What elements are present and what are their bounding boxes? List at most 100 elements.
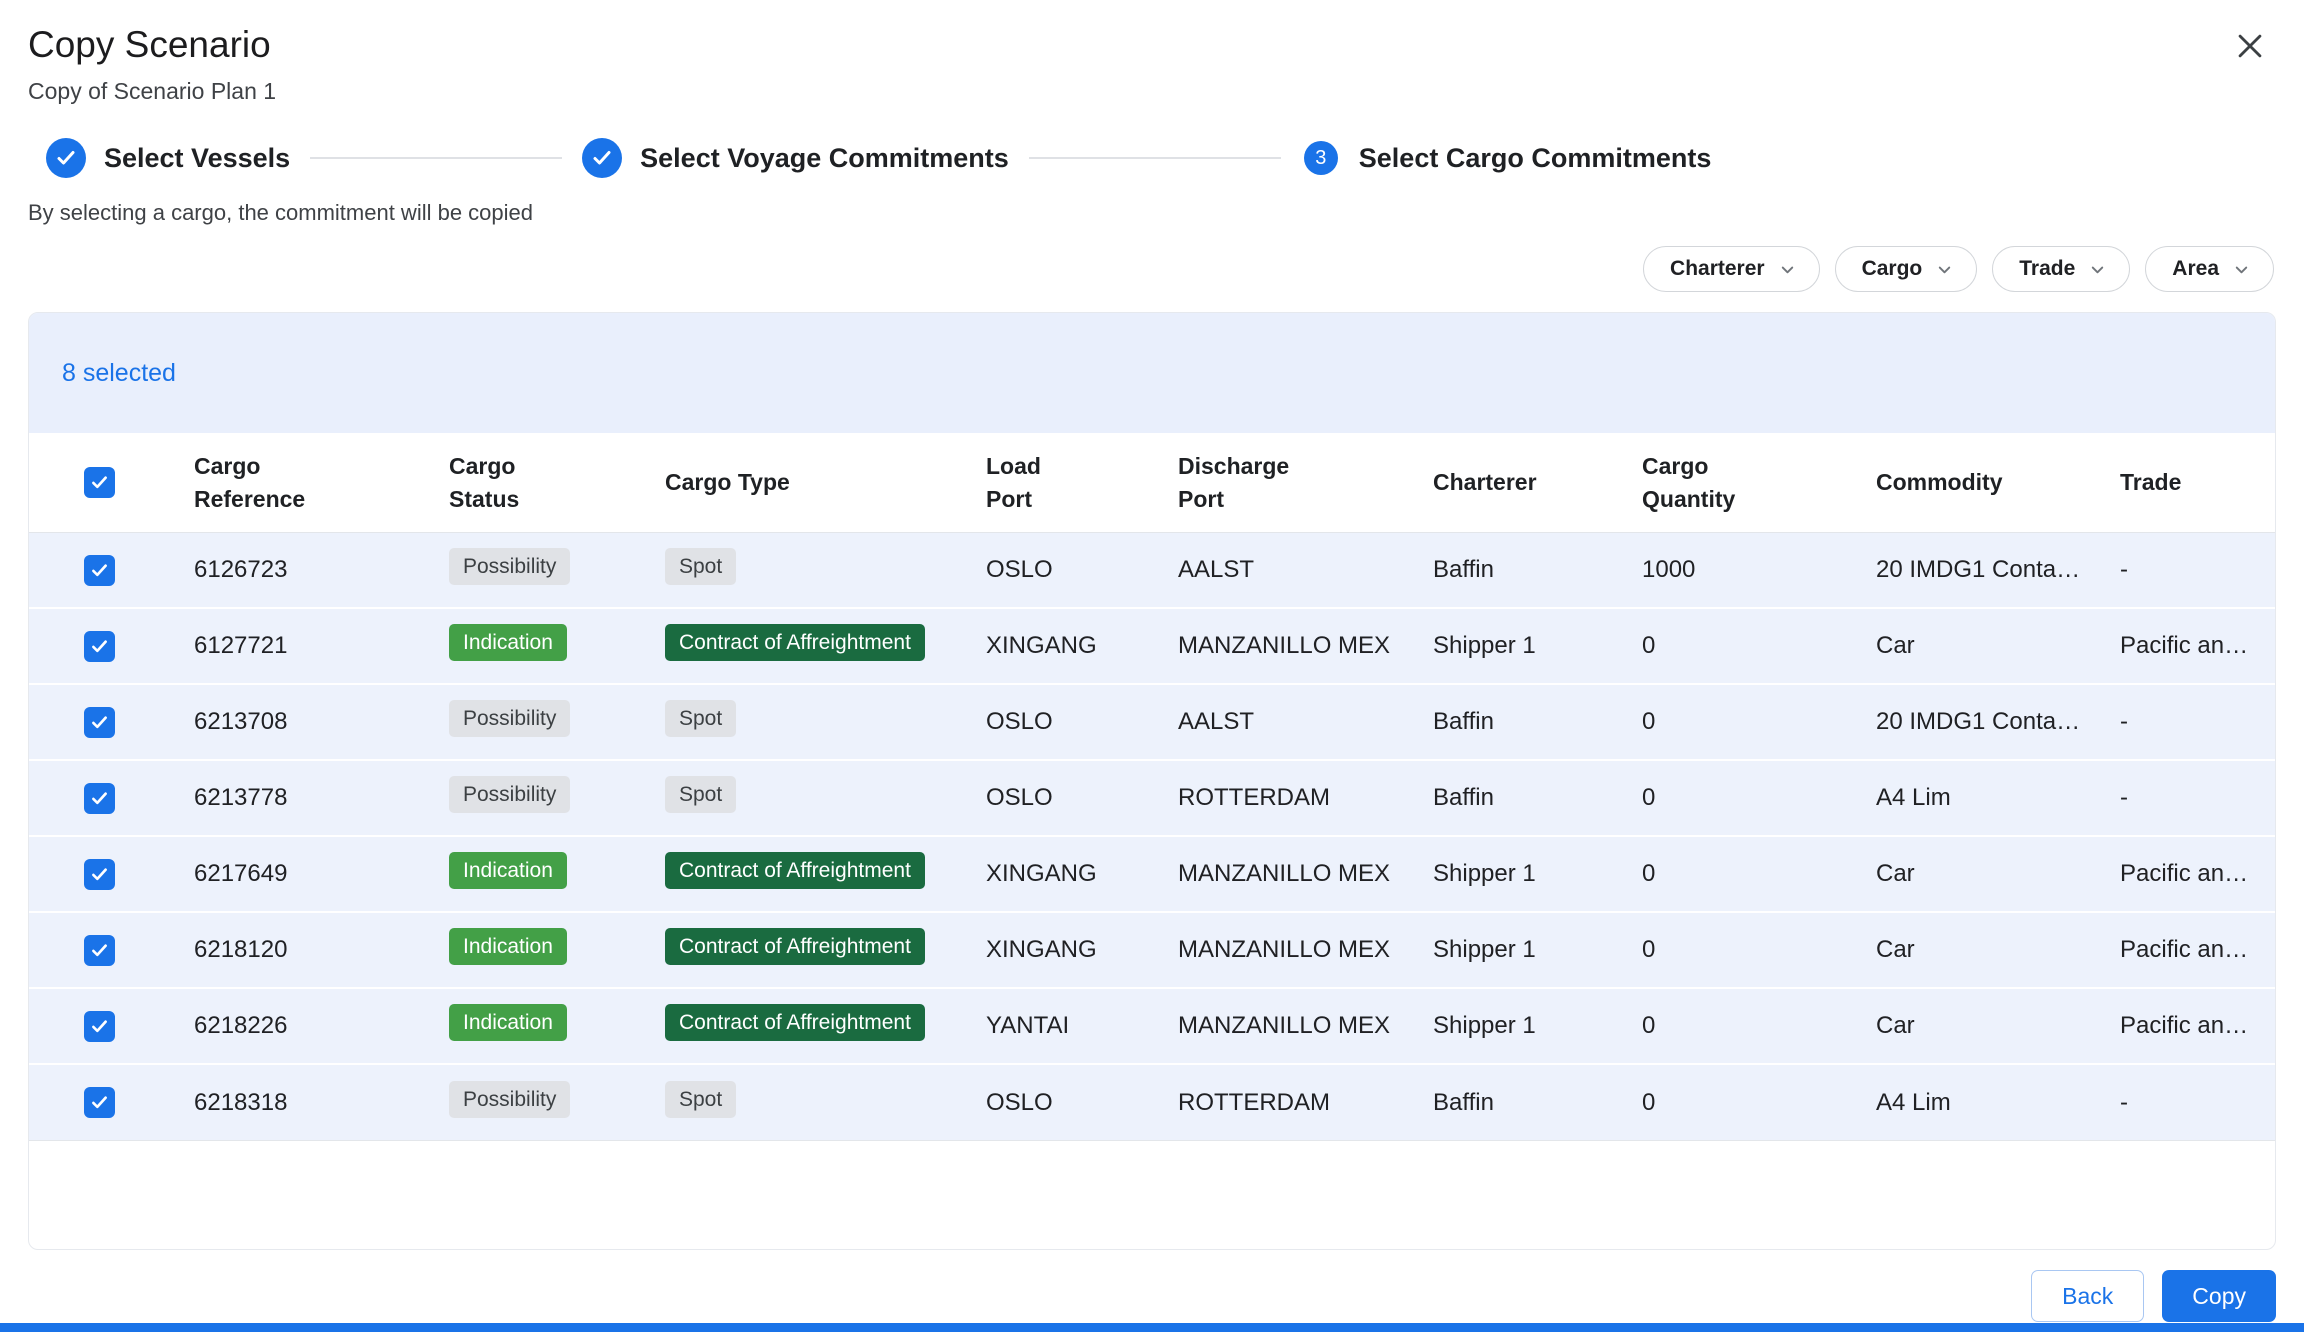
table-row[interactable]: 6126723 Possibility Spot OSLO AALST Baff… xyxy=(29,533,2275,609)
table-header-row: Cargo Reference Cargo Status Cargo Type … xyxy=(29,433,2275,533)
commodity-cell: 20 IMDG1 Conta… xyxy=(1876,556,2120,584)
charterer-cell: Shipper 1 xyxy=(1433,860,1642,888)
cargo-reference-cell: 6218318 xyxy=(194,1089,449,1117)
cargo-status-badge: Indication xyxy=(449,928,567,965)
cargo-quantity-cell: 0 xyxy=(1642,632,1876,660)
table-row[interactable]: 6127721 Indication Contract of Affreight… xyxy=(29,609,2275,685)
step-label: Select Voyage Commitments xyxy=(640,143,1009,174)
load-port-cell: XINGANG xyxy=(986,632,1178,660)
charterer-cell: Baffin xyxy=(1433,708,1642,736)
cargo-quantity-cell: 1000 xyxy=(1642,556,1876,584)
load-port-cell: OSLO xyxy=(986,556,1178,584)
charterer-cell: Shipper 1 xyxy=(1433,1012,1642,1040)
discharge-port-cell: ROTTERDAM xyxy=(1178,784,1433,812)
commodity-cell: Car xyxy=(1876,632,2120,660)
column-header-charterer: Charterer xyxy=(1433,466,1642,498)
cargo-reference-cell: 6217649 xyxy=(194,860,449,888)
commodity-cell: Car xyxy=(1876,936,2120,964)
app-bottom-bar xyxy=(0,1323,2304,1332)
cargo-type-badge: Contract of Affreightment xyxy=(665,852,925,889)
step-connector xyxy=(1029,157,1281,159)
table-row[interactable]: 6217649 Indication Contract of Affreight… xyxy=(29,837,2275,913)
charterer-cell: Baffin xyxy=(1433,784,1642,812)
cargo-reference-cell: 6218226 xyxy=(194,1012,449,1040)
dialog-subtitle: Copy of Scenario Plan 1 xyxy=(28,78,2268,104)
cargo-status-badge: Indication xyxy=(449,624,567,661)
copy-button[interactable]: Copy xyxy=(2162,1270,2276,1322)
cargo-quantity-cell: 0 xyxy=(1642,936,1876,964)
commodity-cell: A4 Lim xyxy=(1876,784,2120,812)
trade-cell: Pacific and So… xyxy=(2120,1012,2275,1040)
discharge-port-cell: MANZANILLO MEX xyxy=(1178,936,1433,964)
discharge-port-cell: MANZANILLO MEX xyxy=(1178,860,1433,888)
row-checkbox[interactable] xyxy=(84,555,115,586)
discharge-port-cell: MANZANILLO MEX xyxy=(1178,1012,1433,1040)
check-icon xyxy=(89,1092,110,1113)
commodity-cell: Car xyxy=(1876,1012,2120,1040)
chevron-down-icon xyxy=(1778,260,1797,279)
row-checkbox[interactable] xyxy=(84,859,115,890)
cargo-reference-cell: 6127721 xyxy=(194,632,449,660)
filter-trade[interactable]: Trade xyxy=(1992,246,2130,292)
row-checkbox[interactable] xyxy=(84,1011,115,1042)
step-number-icon: 3 xyxy=(1304,141,1338,175)
cargo-quantity-cell: 0 xyxy=(1642,784,1876,812)
table-row[interactable]: 6218226 Indication Contract of Affreight… xyxy=(29,989,2275,1065)
step-complete-icon xyxy=(46,138,86,178)
filter-charterer[interactable]: Charterer xyxy=(1643,246,1820,292)
commodity-cell: 20 IMDG1 Conta… xyxy=(1876,708,2120,736)
table-row[interactable]: 6213708 Possibility Spot OSLO AALST Baff… xyxy=(29,685,2275,761)
check-icon xyxy=(89,712,110,733)
column-header-cargo-status: Cargo Status xyxy=(449,450,665,514)
check-icon xyxy=(89,560,110,581)
cargo-quantity-cell: 0 xyxy=(1642,708,1876,736)
back-button[interactable]: Back xyxy=(2031,1270,2144,1322)
close-button[interactable] xyxy=(2226,22,2274,70)
column-header-trade: Trade xyxy=(2120,466,2275,498)
cargo-reference-cell: 6218120 xyxy=(194,936,449,964)
cargo-status-badge: Possibility xyxy=(449,776,570,813)
cargo-commitments-table: 8 selected Cargo Reference Cargo Status … xyxy=(28,312,2276,1250)
load-port-cell: YANTAI xyxy=(986,1012,1178,1040)
trade-cell: Pacific and So… xyxy=(2120,632,2275,660)
table-row[interactable]: 6218318 Possibility Spot OSLO ROTTERDAM … xyxy=(29,1065,2275,1141)
trade-cell: Pacific and So… xyxy=(2120,860,2275,888)
select-all-checkbox[interactable] xyxy=(84,467,115,498)
table-body: 6126723 Possibility Spot OSLO AALST Baff… xyxy=(29,533,2275,1141)
filter-label: Charterer xyxy=(1670,257,1765,281)
cargo-quantity-cell: 0 xyxy=(1642,1089,1876,1117)
row-checkbox[interactable] xyxy=(84,935,115,966)
step-select-cargo-commitments[interactable]: 3 Select Cargo Commitments xyxy=(1301,141,1712,175)
table-row[interactable]: 6218120 Indication Contract of Affreight… xyxy=(29,913,2275,989)
column-header-cargo-reference: Cargo Reference xyxy=(194,450,449,514)
load-port-cell: OSLO xyxy=(986,784,1178,812)
check-icon xyxy=(89,940,110,961)
check-icon xyxy=(89,1016,110,1037)
row-checkbox[interactable] xyxy=(84,707,115,738)
cargo-quantity-cell: 0 xyxy=(1642,1012,1876,1040)
commodity-cell: Car xyxy=(1876,860,2120,888)
filter-cargo[interactable]: Cargo xyxy=(1835,246,1978,292)
charterer-cell: Shipper 1 xyxy=(1433,632,1642,660)
filter-area[interactable]: Area xyxy=(2145,246,2274,292)
check-icon xyxy=(89,864,110,885)
load-port-cell: XINGANG xyxy=(986,936,1178,964)
selection-summary: 8 selected xyxy=(29,313,2275,433)
trade-cell: - xyxy=(2120,556,2275,584)
column-header-commodity: Commodity xyxy=(1876,466,2120,498)
table-row[interactable]: 6213778 Possibility Spot OSLO ROTTERDAM … xyxy=(29,761,2275,837)
trade-cell: - xyxy=(2120,784,2275,812)
step-label: Select Cargo Commitments xyxy=(1359,143,1712,174)
step-select-vessels[interactable]: Select Vessels xyxy=(46,138,290,178)
cargo-status-badge: Possibility xyxy=(449,1081,570,1118)
filter-label: Trade xyxy=(2019,257,2075,281)
row-checkbox[interactable] xyxy=(84,783,115,814)
step-select-voyage-commitments[interactable]: Select Voyage Commitments xyxy=(582,138,1009,178)
cargo-status-badge: Indication xyxy=(449,1004,567,1041)
dialog-header: Copy Scenario Copy of Scenario Plan 1 xyxy=(0,0,2304,104)
column-header-cargo-quantity: Cargo Quantity xyxy=(1642,450,1876,514)
cargo-type-badge: Contract of Affreightment xyxy=(665,1004,925,1041)
row-checkbox[interactable] xyxy=(84,631,115,662)
row-checkbox[interactable] xyxy=(84,1087,115,1118)
check-icon xyxy=(89,472,110,493)
